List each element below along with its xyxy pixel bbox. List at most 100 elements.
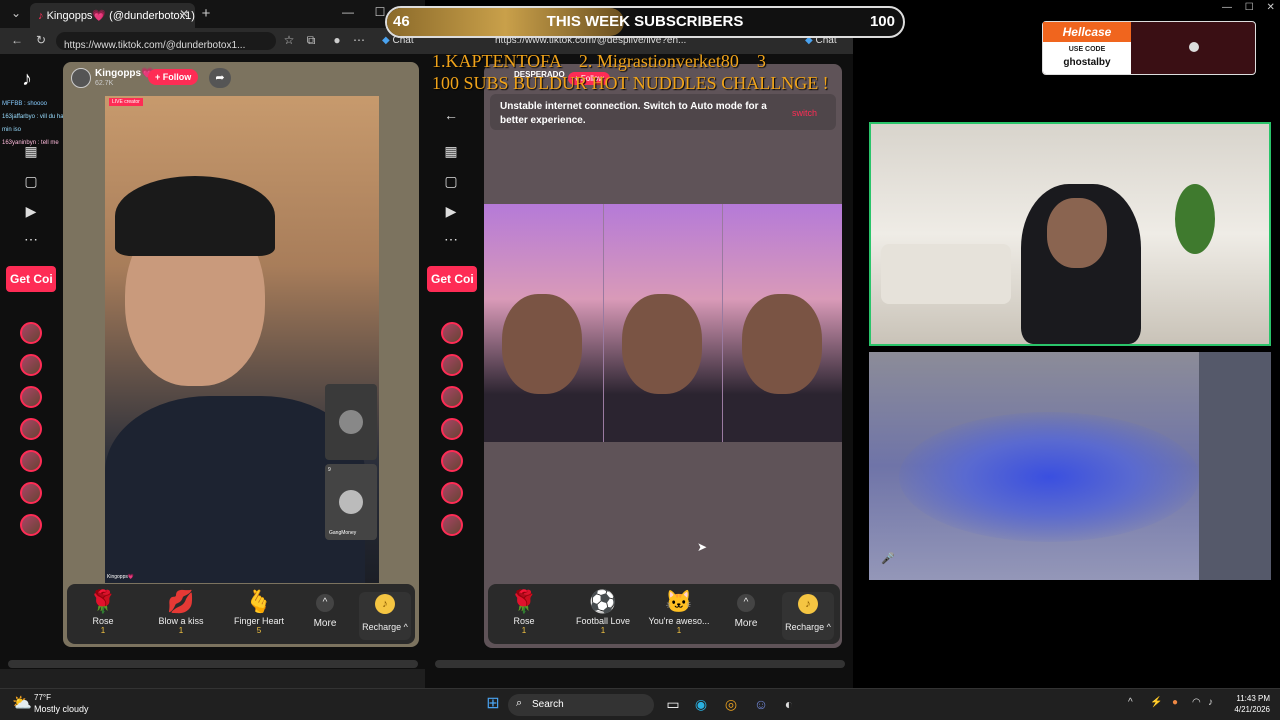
horizontal-scrollbar-2[interactable] [435, 660, 845, 668]
discord-icon[interactable]: ☺ [750, 693, 772, 715]
recharge-label: Recharge ^ [362, 622, 408, 632]
gift-youre-awesome[interactable]: 🐱 You're aweso... 1 [644, 588, 714, 635]
live-avatar[interactable] [20, 322, 42, 344]
case-icon [1189, 42, 1199, 52]
more-dots-icon[interactable]: ⋯ [440, 228, 462, 250]
play-icon[interactable]: ▶ [440, 200, 462, 222]
search-box[interactable]: ⌕ Search [508, 694, 654, 716]
more-gifts-button[interactable]: ^ More [303, 594, 347, 629]
live-feed-icon[interactable]: ▦ [440, 140, 462, 162]
split-divider [603, 204, 604, 442]
guest-tile-2[interactable]: 9 GangMoney [325, 464, 377, 540]
back-arrow-icon[interactable]: ← [440, 104, 462, 126]
live-avatar[interactable] [441, 386, 463, 408]
back-icon[interactable]: ← [10, 33, 24, 47]
favorite-star-icon[interactable]: ☆ [282, 33, 296, 47]
weather-icon[interactable]: ⛅ [12, 693, 32, 713]
live-avatar[interactable] [20, 386, 42, 408]
gift-price: 1 [178, 626, 184, 635]
tab-active[interactable]: ♪ Kingopps💗 (@dunderbotox1) is l [30, 3, 195, 28]
live-avatar[interactable] [441, 450, 463, 472]
wifi-icon[interactable]: ◠ [1192, 697, 1201, 708]
video-icon[interactable]: ▢ [440, 170, 462, 192]
chrome-icon[interactable]: ◎ [720, 693, 742, 715]
obs-icon[interactable]: ◐ [778, 693, 800, 715]
gift-rose[interactable]: 🌹 Rose 1 [73, 588, 133, 635]
gift-blow-a-kiss[interactable]: 💋 Blow a kiss 1 [149, 588, 213, 635]
stream-2-video[interactable] [484, 204, 842, 442]
new-tab-icon[interactable]: + [198, 5, 214, 22]
tab-bar: ⌄ ♪ Kingopps💗 (@dunderbotox1) is l ✕ + —… [0, 0, 425, 28]
hellcase-logo: Hellcase [1043, 22, 1131, 42]
close-icon[interactable]: ✕ [1267, 2, 1275, 13]
tiktok-logo-icon[interactable]: ♪ [22, 68, 32, 91]
live-avatar[interactable] [441, 418, 463, 440]
url-text: https://www.tiktok.com/@dunderbotox1... [64, 40, 246, 51]
menu-dots-icon[interactable]: ⋯ [352, 33, 366, 47]
minimize-icon[interactable]: — [1222, 2, 1232, 13]
video-icon[interactable]: ▢ [20, 170, 42, 192]
live-avatar[interactable] [20, 354, 42, 376]
live-feed-icon[interactable]: ▦ [20, 140, 42, 162]
network-icon[interactable]: ⚡ [1150, 697, 1162, 708]
subscriber-current-count: 46 [393, 13, 410, 30]
webcam-main [869, 122, 1271, 346]
more-dots-icon[interactable]: ⋯ [20, 228, 42, 250]
recharge-button[interactable]: ♪ Recharge ^ [359, 592, 411, 640]
cap-image [115, 176, 275, 256]
url-field[interactable]: https://www.tiktok.com/@dunderbotox1... [56, 32, 276, 51]
task-view-icon[interactable]: ▭ [662, 693, 684, 715]
recharge-button[interactable]: ♪ Recharge ^ [782, 592, 834, 640]
close-tab-icon[interactable]: ✕ [177, 7, 191, 21]
gift-rose[interactable]: 🌹 Rose 1 [494, 588, 554, 635]
cat-icon: 🐱 [665, 589, 693, 614]
gift-name: Rose [92, 616, 114, 626]
guest-tile-1[interactable] [325, 384, 377, 460]
tab-list-icon[interactable]: ⌄ [8, 6, 24, 20]
streamer-face-image [502, 294, 582, 394]
live-avatar[interactable] [20, 514, 42, 536]
share-icon[interactable]: ➦ [209, 68, 231, 88]
hellcase-code-box: Hellcase USE CODE ghostalby [1043, 22, 1131, 74]
switch-button[interactable]: switch [792, 108, 817, 118]
follow-button[interactable]: + Follow [148, 69, 199, 85]
rose-icon: 🌹 [89, 589, 117, 614]
volume-icon[interactable]: ♪ [1208, 697, 1213, 708]
extensions-icon[interactable]: ⧉ [304, 33, 318, 48]
temperature[interactable]: 77°F [34, 693, 51, 702]
more-gifts-button[interactable]: ^ More [724, 594, 768, 629]
weather-text[interactable]: Mostly cloudy [34, 704, 89, 714]
streamer-username[interactable]: Kingopps💗 [95, 68, 154, 79]
live-avatar[interactable] [441, 354, 463, 376]
tray-chevron-icon[interactable]: ^ [1128, 697, 1133, 708]
gift-finger-heart[interactable]: 🫰 Finger Heart 5 [227, 588, 291, 635]
refresh-icon[interactable]: ↻ [34, 33, 48, 47]
live-avatar[interactable] [441, 514, 463, 536]
stream-1-video[interactable]: LIVE creator 9 GangMoney Kingopps💗 [105, 96, 379, 583]
clock[interactable]: 11:43 PM 4/21/2026 [1226, 693, 1270, 715]
live-avatar[interactable] [20, 418, 42, 440]
play-icon[interactable]: ▶ [20, 200, 42, 222]
streamer-avatar[interactable] [71, 68, 91, 88]
maximize-icon[interactable]: ☐ [1245, 2, 1254, 13]
browser-window: ⌄ ♪ Kingopps💗 (@dunderbotox1) is l ✕ + —… [0, 0, 425, 688]
live-avatar[interactable] [441, 482, 463, 504]
search-label: Search [532, 699, 564, 710]
minimize-icon[interactable]: — [340, 5, 356, 19]
profile-icon[interactable]: ● [330, 33, 344, 47]
window-controls: — ☐ ✕ [1200, 2, 1278, 16]
gift-football-love[interactable]: ⚽ Football Love 1 [568, 588, 638, 635]
get-coins-button[interactable]: Get Coi [427, 266, 477, 292]
more-label: More [313, 618, 337, 629]
live-avatar[interactable] [20, 482, 42, 504]
live-avatar[interactable] [441, 322, 463, 344]
guest-name: GangMoney [329, 530, 357, 536]
tab-title: Kingopps💗 (@dunderbotox1) is l [46, 10, 195, 22]
start-icon[interactable]: ⊞ [482, 693, 504, 715]
horizontal-scrollbar[interactable] [8, 660, 418, 668]
get-coins-button[interactable]: Get Coi [6, 266, 56, 292]
edge-icon[interactable]: ◉ [690, 693, 712, 715]
microphone-icon: 🎤 [881, 553, 895, 565]
mic-tray-icon[interactable]: ● [1172, 697, 1178, 708]
live-avatar[interactable] [20, 450, 42, 472]
